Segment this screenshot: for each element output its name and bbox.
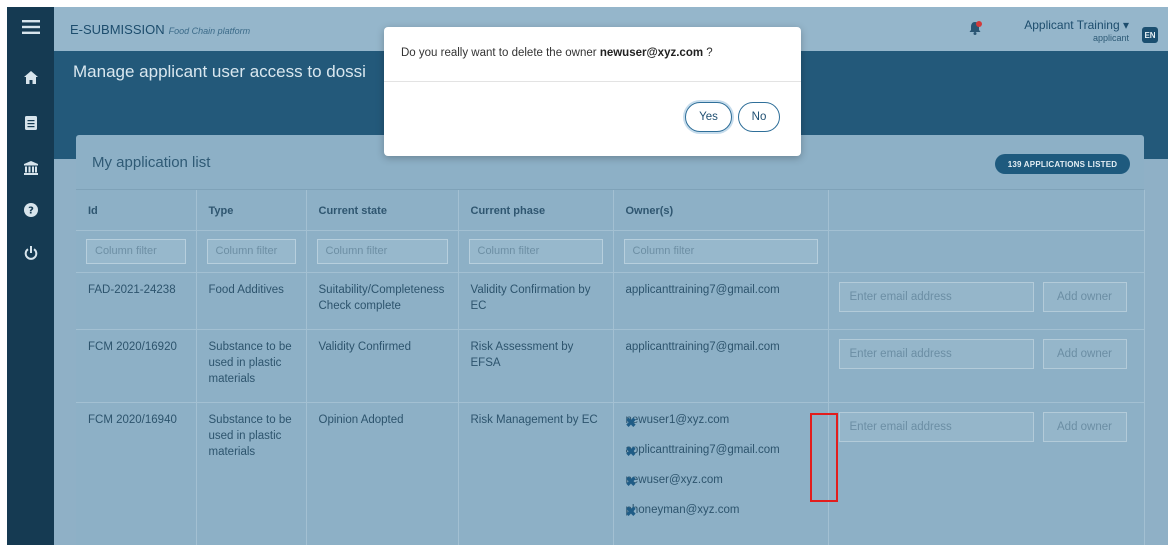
cell-type: Substance to be used in plastic material…	[196, 402, 307, 545]
application-card: My application list 139 APPLICATIONS LIS…	[76, 135, 1145, 545]
help-icon[interactable]: ?	[7, 190, 54, 230]
filter-cell	[196, 230, 307, 273]
cell-id[interactable]: FCM 2020/16940	[76, 402, 197, 545]
add-owner-form: Add owner	[838, 338, 1134, 371]
filter-cell-empty	[828, 230, 1145, 273]
cell-state: Validity Confirmed	[306, 329, 459, 403]
column-header-state[interactable]: Current state	[306, 190, 459, 231]
remove-icons-highlight	[810, 413, 838, 502]
dialog-message-suffix: ?	[703, 47, 713, 59]
add-owner-button[interactable]: Add owner	[1042, 281, 1127, 312]
page-title: Manage applicant user access to dossi	[73, 62, 366, 81]
owner-item: applicanttraining7@gmail.com	[626, 339, 816, 369]
cell-phase: Risk Management by EC	[458, 402, 614, 545]
user-name: Applicant Training ▾	[1024, 18, 1129, 32]
filter-input-phase[interactable]	[468, 238, 603, 264]
owner-email: applicanttraining7@gmail.com	[625, 443, 780, 456]
filter-input-id[interactable]	[86, 238, 186, 264]
building-icon[interactable]	[7, 148, 54, 188]
table-row: FAD-2021-24238 Food Additives Suitabilit…	[76, 272, 1145, 330]
email-field[interactable]	[838, 281, 1034, 312]
column-header-id[interactable]: Id	[76, 190, 197, 231]
filter-cell	[76, 230, 197, 273]
remove-owner-icon[interactable]: ✖	[626, 475, 637, 488]
dialog-divider	[384, 81, 801, 82]
email-field[interactable]	[838, 338, 1034, 369]
applications-count-badge: 139 APPLICATIONS LISTED	[995, 154, 1130, 174]
filter-input-owners[interactable]	[623, 238, 818, 264]
menu-icon[interactable]	[7, 7, 54, 47]
no-button[interactable]: No	[738, 102, 780, 132]
home-icon[interactable]	[7, 57, 54, 97]
brand-name: E-SUBMISSION	[70, 22, 165, 37]
dialog-message: Do you really want to delete the owner n…	[401, 47, 713, 59]
add-owner-form: Add owner	[838, 281, 1134, 314]
cell-phase: Validity Confirmation by EC	[458, 272, 614, 330]
confirm-delete-dialog: Do you really want to delete the owner n…	[384, 27, 801, 156]
column-header-actions	[828, 190, 1145, 231]
applications-table: Id Type Current state Current phase Owne…	[76, 190, 1145, 545]
filter-cell	[306, 230, 459, 273]
notification-bell-icon[interactable]	[968, 21, 982, 38]
filter-input-state[interactable]	[316, 238, 448, 264]
add-owner-form: Add owner	[838, 411, 1134, 444]
cell-add-owner: Add owner	[828, 402, 1145, 545]
user-role: applicant	[1092, 33, 1129, 43]
cell-phase: Risk Assessment by EFSA	[458, 329, 614, 403]
card-title: My application list	[92, 154, 211, 171]
yes-button[interactable]: Yes	[685, 102, 732, 132]
dialog-message-prefix: Do you really want to delete the owner	[401, 47, 600, 59]
cell-type: Substance to be used in plastic material…	[196, 329, 307, 403]
document-icon[interactable]	[7, 103, 54, 143]
column-header-phase[interactable]: Current phase	[458, 190, 614, 231]
filter-cell	[613, 230, 829, 273]
cell-state: Opinion Adopted	[306, 402, 459, 545]
language-badge[interactable]: EN	[1142, 27, 1158, 43]
owner-email: applicanttraining7@gmail.com	[625, 283, 780, 296]
email-field[interactable]	[838, 411, 1034, 442]
table-header-row: Id Type Current state Current phase Owne…	[76, 190, 1145, 231]
cell-owners: applicanttraining7@gmail.com	[613, 272, 829, 330]
cell-owners: applicanttraining7@gmail.com	[613, 329, 829, 403]
remove-owner-icon[interactable]: ✖	[626, 505, 637, 518]
table-row: FCM 2020/16920 Substance to be used in p…	[76, 329, 1145, 403]
owner-item: newuser@xyz.com ✖	[626, 472, 816, 502]
filter-cell	[458, 230, 614, 273]
column-header-owners[interactable]: Owner(s)	[613, 190, 829, 231]
brand-subtitle: Food Chain platform	[168, 26, 251, 36]
column-header-type[interactable]: Type	[196, 190, 307, 231]
owner-item: phoneyman@xyz.com ✖	[626, 502, 816, 532]
power-icon[interactable]	[7, 233, 54, 273]
dialog-owner-email: newuser@xyz.com	[599, 47, 704, 59]
owner-item: applicanttraining7@gmail.com	[626, 282, 816, 312]
cell-id[interactable]: FCM 2020/16920	[76, 329, 197, 403]
owner-email: phoneyman@xyz.com	[625, 503, 740, 516]
owner-item: newuser1@xyz.com ✖	[626, 412, 816, 442]
add-owner-button[interactable]: Add owner	[1042, 338, 1127, 369]
remove-owner-icon[interactable]: ✖	[626, 445, 637, 458]
table-row: FCM 2020/16940 Substance to be used in p…	[76, 402, 1145, 545]
add-owner-button[interactable]: Add owner	[1042, 411, 1127, 442]
cell-add-owner: Add owner	[828, 272, 1145, 330]
filter-input-type[interactable]	[206, 238, 296, 264]
svg-text:?: ?	[28, 206, 34, 217]
owner-email: applicanttraining7@gmail.com	[625, 340, 780, 353]
cell-id[interactable]: FAD-2021-24238	[76, 272, 197, 330]
screen: ? E-SUBMISSION Food Chain platform Applic…	[0, 0, 1168, 545]
owner-email: newuser@xyz.com	[625, 473, 723, 486]
cell-type: Food Additives	[196, 272, 307, 330]
cell-add-owner: Add owner	[828, 329, 1145, 403]
cell-state: Suitability/Completeness Check complete	[306, 272, 459, 330]
remove-owner-icon[interactable]: ✖	[626, 416, 637, 429]
user-menu[interactable]: Applicant Training ▾ applicant	[1017, 18, 1129, 43]
filter-row	[76, 230, 1145, 273]
owner-item: applicanttraining7@gmail.com ✖	[626, 442, 816, 472]
owner-email: newuser1@xyz.com	[625, 413, 730, 426]
cell-owners: newuser1@xyz.com ✖ applicanttraining7@gma…	[613, 402, 829, 545]
sidebar: ?	[7, 7, 54, 545]
brand[interactable]: E-SUBMISSION Food Chain platform	[70, 22, 250, 37]
